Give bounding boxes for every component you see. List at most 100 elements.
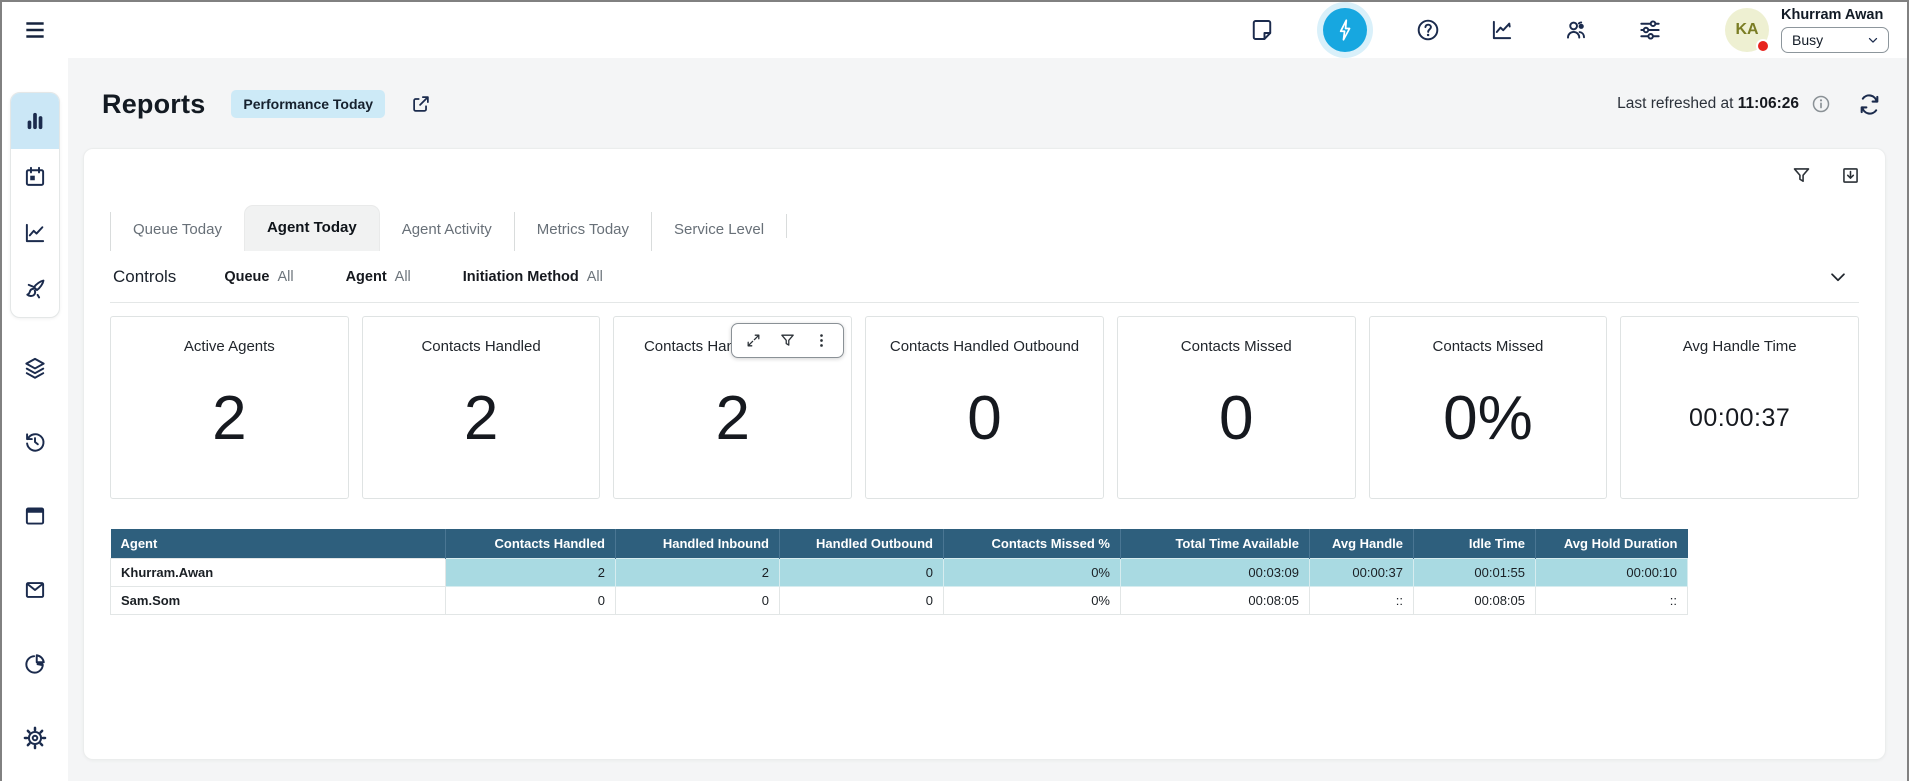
column-header[interactable]: Contacts Handled: [446, 529, 616, 558]
column-header[interactable]: Idle Time: [1414, 529, 1536, 558]
line-chart-icon: [22, 220, 48, 246]
sidebar-item-bar-chart[interactable]: [11, 93, 59, 149]
status-value: Busy: [1792, 32, 1823, 48]
sidebar-item-gear[interactable]: [22, 725, 48, 751]
metric-cell: 0: [780, 586, 944, 614]
agent-name-cell: Khurram.Awan: [111, 558, 446, 586]
refresh-icon: [1857, 92, 1882, 117]
sidebar-item-calendar[interactable]: [11, 149, 59, 205]
kpi-filter-button[interactable]: [779, 332, 796, 349]
topbar-note-button[interactable]: [1249, 17, 1275, 43]
metric-cell: ::: [1310, 586, 1414, 614]
metric-cell: 00:03:09: [1121, 558, 1310, 586]
app-window: { "topbar": { "icons": [ { "name": "note…: [0, 0, 1909, 781]
metric-cell: 0%: [944, 558, 1121, 586]
kpi-title: Contacts Missed: [1433, 338, 1544, 355]
filter-label: Initiation Method: [463, 269, 579, 285]
kpi-value: 0: [1219, 355, 1253, 498]
kpi-value: 2: [464, 355, 498, 498]
metric-cell: 0: [616, 586, 780, 614]
kpi-title: Avg Handle Time: [1683, 338, 1797, 355]
sidebar-item-mail[interactable]: [22, 577, 48, 603]
filter-label: Agent: [346, 269, 387, 285]
kpi-card: Avg Handle Time 00:00:37: [1620, 316, 1859, 499]
tab-queue-today[interactable]: Queue Today: [110, 212, 244, 251]
avatar-initials: KA: [1735, 21, 1758, 39]
kpi-kebab-button[interactable]: [813, 332, 830, 349]
controls-collapse-button[interactable]: [1827, 266, 1849, 288]
topbar: KA Khurram Awan Busy: [2, 2, 1907, 58]
report-filter-button[interactable]: [1791, 165, 1812, 186]
avatar[interactable]: KA: [1725, 8, 1769, 52]
metric-cell: 00:00:10: [1536, 558, 1688, 586]
topbar-lightning-button[interactable]: [1323, 8, 1367, 52]
sidebar-item-line-chart[interactable]: [11, 205, 59, 261]
performance-today-badge[interactable]: Performance Today: [231, 90, 385, 118]
refresh-button[interactable]: [1857, 92, 1882, 117]
kpi-title: Contacts Handled: [421, 338, 540, 355]
tab-agent-activity[interactable]: Agent Activity: [380, 212, 514, 251]
kpi-expand-button[interactable]: [745, 332, 762, 349]
gear-icon: [22, 725, 48, 751]
open-in-new-window-button[interactable]: [410, 93, 432, 115]
chevron-down-icon: [1827, 266, 1849, 288]
column-header[interactable]: Handled Outbound: [780, 529, 944, 558]
agent-name-cell: Sam.Som: [111, 586, 446, 614]
tab-service-level[interactable]: Service Level: [651, 212, 786, 251]
sidebar-item-window[interactable]: [22, 503, 48, 529]
metric-cell: 00:08:05: [1121, 586, 1310, 614]
kpi-title: Active Agents: [184, 338, 275, 355]
kpi-card: Contacts Handled 2: [362, 316, 601, 499]
sidebar: [2, 58, 68, 781]
history-icon: [22, 429, 48, 455]
table-row[interactable]: Khurram.Awan2200%00:03:0900:00:3700:01:5…: [111, 558, 1688, 586]
table-row[interactable]: Sam.Som0000%00:08:05::00:08:05::: [111, 586, 1688, 614]
topbar-help-button[interactable]: [1415, 17, 1441, 43]
sidebar-secondary-nav: [22, 355, 48, 751]
contacts-icon: [1563, 17, 1589, 43]
column-header[interactable]: Avg Handle: [1310, 529, 1414, 558]
kpi-value: 2: [212, 355, 246, 498]
column-header[interactable]: Contacts Missed %: [944, 529, 1121, 558]
download-icon: [1840, 165, 1861, 186]
help-icon: [1415, 17, 1441, 43]
sidebar-item-brush[interactable]: [11, 261, 59, 317]
tab-metrics-today[interactable]: Metrics Today: [514, 212, 651, 251]
page-title: Reports: [102, 89, 205, 120]
refresh-group: Last refreshed at 11:06:26: [1617, 92, 1882, 117]
hamburger-icon: [22, 17, 48, 43]
status-select[interactable]: Busy: [1781, 27, 1889, 53]
metric-cell: 0%: [944, 586, 1121, 614]
kpi-title: Contacts Missed: [1181, 338, 1292, 355]
topbar-sliders-button[interactable]: [1637, 17, 1663, 43]
metric-cell: 2: [616, 558, 780, 586]
sidebar-item-history[interactable]: [22, 429, 48, 455]
kpi-hover-toolbar: [731, 323, 844, 358]
filter-value: All: [587, 269, 603, 285]
sidebar-item-layers[interactable]: [22, 355, 48, 381]
column-header[interactable]: Total Time Available: [1121, 529, 1310, 558]
filter-icon: [779, 332, 796, 349]
column-header[interactable]: Avg Hold Duration: [1536, 529, 1688, 558]
column-header[interactable]: Handled Inbound: [616, 529, 780, 558]
report-download-button[interactable]: [1840, 165, 1861, 186]
metric-cell: 2: [446, 558, 616, 586]
topbar-contacts-button[interactable]: [1563, 17, 1589, 43]
busy-status-dot: [1756, 39, 1770, 53]
column-header[interactable]: Agent: [111, 529, 446, 558]
controls-bar: Controls Queue All Agent All Initiation …: [110, 251, 1859, 303]
info-icon[interactable]: [1811, 94, 1831, 114]
metric-cell: ::: [1536, 586, 1688, 614]
filter-initiation-method[interactable]: Initiation Method All: [463, 269, 603, 285]
calendar-icon: [22, 164, 48, 190]
kpi-card: Contacts Handled Outbound 0: [865, 316, 1104, 499]
topbar-metrics-button[interactable]: [1489, 17, 1515, 43]
brush-icon: [22, 276, 48, 302]
kpi-cards-row: Active Agents 2 Contacts Handled 2 Conta…: [110, 316, 1859, 499]
tab-agent-today[interactable]: Agent Today: [244, 205, 380, 251]
filter-agent[interactable]: Agent All: [346, 269, 411, 285]
hamburger-menu-button[interactable]: [22, 17, 48, 43]
sidebar-item-pie-chart[interactable]: [22, 651, 48, 677]
filter-icon: [1791, 165, 1812, 186]
filter-queue[interactable]: Queue All: [224, 269, 293, 285]
